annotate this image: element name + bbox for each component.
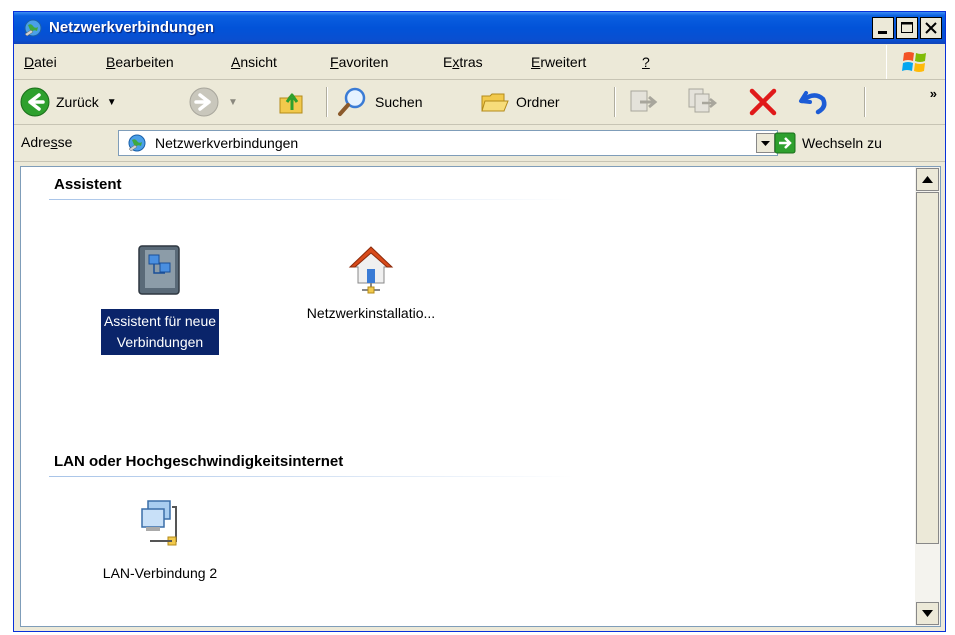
maximize-button[interactable] bbox=[896, 17, 918, 39]
item-label: LAN-Verbindung 2 bbox=[102, 565, 218, 581]
network-connections-icon bbox=[24, 19, 42, 37]
back-dropdown-icon[interactable]: ▼ bbox=[107, 97, 117, 108]
folders-label: Ordner bbox=[516, 94, 560, 110]
move-to-button[interactable] bbox=[626, 80, 660, 124]
folders-icon bbox=[481, 93, 509, 112]
windows-logo bbox=[886, 45, 943, 79]
back-button[interactable]: Zurück ▼ bbox=[19, 80, 117, 124]
address-bar: Adresse Netzwerkverbindungen Wechseln zu bbox=[14, 125, 945, 162]
up-folder-button[interactable] bbox=[276, 80, 308, 124]
search-label: Suchen bbox=[375, 94, 423, 110]
home-network-icon bbox=[348, 246, 394, 294]
group-divider bbox=[49, 476, 574, 477]
undo-icon bbox=[799, 91, 827, 115]
standard-toolbar: Zurück ▼ ▼ Suchen Ordner » bbox=[14, 80, 945, 125]
explorer-window: Netzwerkverbindungen Datei Bearbeiten An… bbox=[13, 11, 946, 632]
go-label: Wechseln zu bbox=[802, 135, 882, 151]
address-input[interactable]: Netzwerkverbindungen bbox=[118, 130, 778, 156]
chevron-down-icon bbox=[761, 141, 770, 146]
vertical-scrollbar[interactable] bbox=[915, 167, 940, 626]
back-arrow-icon bbox=[20, 87, 50, 117]
title-bar[interactable]: Netzwerkverbindungen bbox=[14, 12, 945, 44]
menu-bar: Datei Bearbeiten Ansicht Favoriten Extra… bbox=[14, 45, 945, 80]
file-view[interactable]: Assistent Assistent für neue Verbindunge… bbox=[20, 166, 941, 627]
close-button[interactable] bbox=[920, 17, 942, 39]
menu-erweitert[interactable]: Erweitert bbox=[531, 54, 586, 70]
chevron-down-icon bbox=[922, 610, 933, 617]
group-title-lan: LAN oder Hochgeschwindigkeitsinternet bbox=[54, 453, 344, 470]
delete-button[interactable] bbox=[746, 80, 780, 124]
scroll-up-button[interactable] bbox=[916, 168, 939, 191]
address-value: Netzwerkverbindungen bbox=[155, 135, 299, 151]
menu-ansicht[interactable]: Ansicht bbox=[231, 54, 277, 70]
window-title: Netzwerkverbindungen bbox=[49, 19, 215, 36]
minimize-button[interactable] bbox=[872, 17, 894, 39]
chevron-up-icon bbox=[922, 176, 933, 183]
lan-connection-icon bbox=[141, 500, 177, 546]
group-title-assistent: Assistent bbox=[54, 176, 122, 193]
network-connections-icon bbox=[128, 134, 146, 152]
delete-icon bbox=[749, 88, 777, 116]
address-label: Adresse bbox=[21, 134, 73, 150]
menu-favoriten[interactable]: Favoriten bbox=[330, 54, 388, 70]
item-network-setup[interactable]: Netzwerkinstallatio... bbox=[271, 245, 471, 325]
group-divider bbox=[49, 199, 574, 200]
back-label: Zurück bbox=[56, 94, 99, 110]
close-icon bbox=[925, 22, 937, 34]
item-lan-connection-2[interactable]: LAN-Verbindung 2 bbox=[70, 497, 250, 585]
item-label-line1: Assistent für neue bbox=[103, 313, 217, 329]
undo-button[interactable] bbox=[796, 80, 830, 124]
scroll-down-button[interactable] bbox=[916, 602, 939, 625]
forward-arrow-icon bbox=[189, 87, 219, 117]
item-label-line2: Verbindungen bbox=[116, 334, 204, 350]
item-new-connection-wizard[interactable]: Assistent für neue Verbindungen bbox=[70, 243, 250, 355]
copy-to-button[interactable] bbox=[686, 80, 720, 124]
menu-help[interactable]: ? bbox=[642, 54, 650, 70]
minimize-icon bbox=[878, 31, 887, 34]
forward-dropdown-icon[interactable]: ▼ bbox=[228, 97, 238, 108]
address-dropdown-button[interactable] bbox=[756, 133, 775, 153]
maximize-icon bbox=[901, 22, 913, 33]
copy-to-icon bbox=[688, 88, 718, 113]
windows-flag-icon bbox=[902, 52, 926, 72]
item-label: Netzwerkinstallatio... bbox=[306, 305, 436, 321]
search-button[interactable]: Suchen bbox=[336, 80, 422, 124]
folders-button[interactable]: Ordner bbox=[479, 80, 560, 124]
forward-button[interactable]: ▼ bbox=[188, 80, 238, 124]
folder-up-icon bbox=[279, 93, 303, 114]
connection-wizard-icon bbox=[138, 245, 180, 295]
go-arrow-icon bbox=[774, 132, 796, 154]
menu-extras[interactable]: Extras bbox=[443, 54, 483, 70]
menu-bearbeiten[interactable]: Bearbeiten bbox=[106, 54, 174, 70]
move-to-icon bbox=[630, 90, 658, 112]
go-button[interactable]: Wechseln zu bbox=[774, 130, 882, 156]
toolbar-more-button[interactable]: » bbox=[930, 86, 937, 101]
scroll-thumb[interactable] bbox=[916, 192, 939, 544]
search-icon bbox=[338, 87, 366, 116]
menu-datei[interactable]: Datei bbox=[24, 54, 57, 70]
